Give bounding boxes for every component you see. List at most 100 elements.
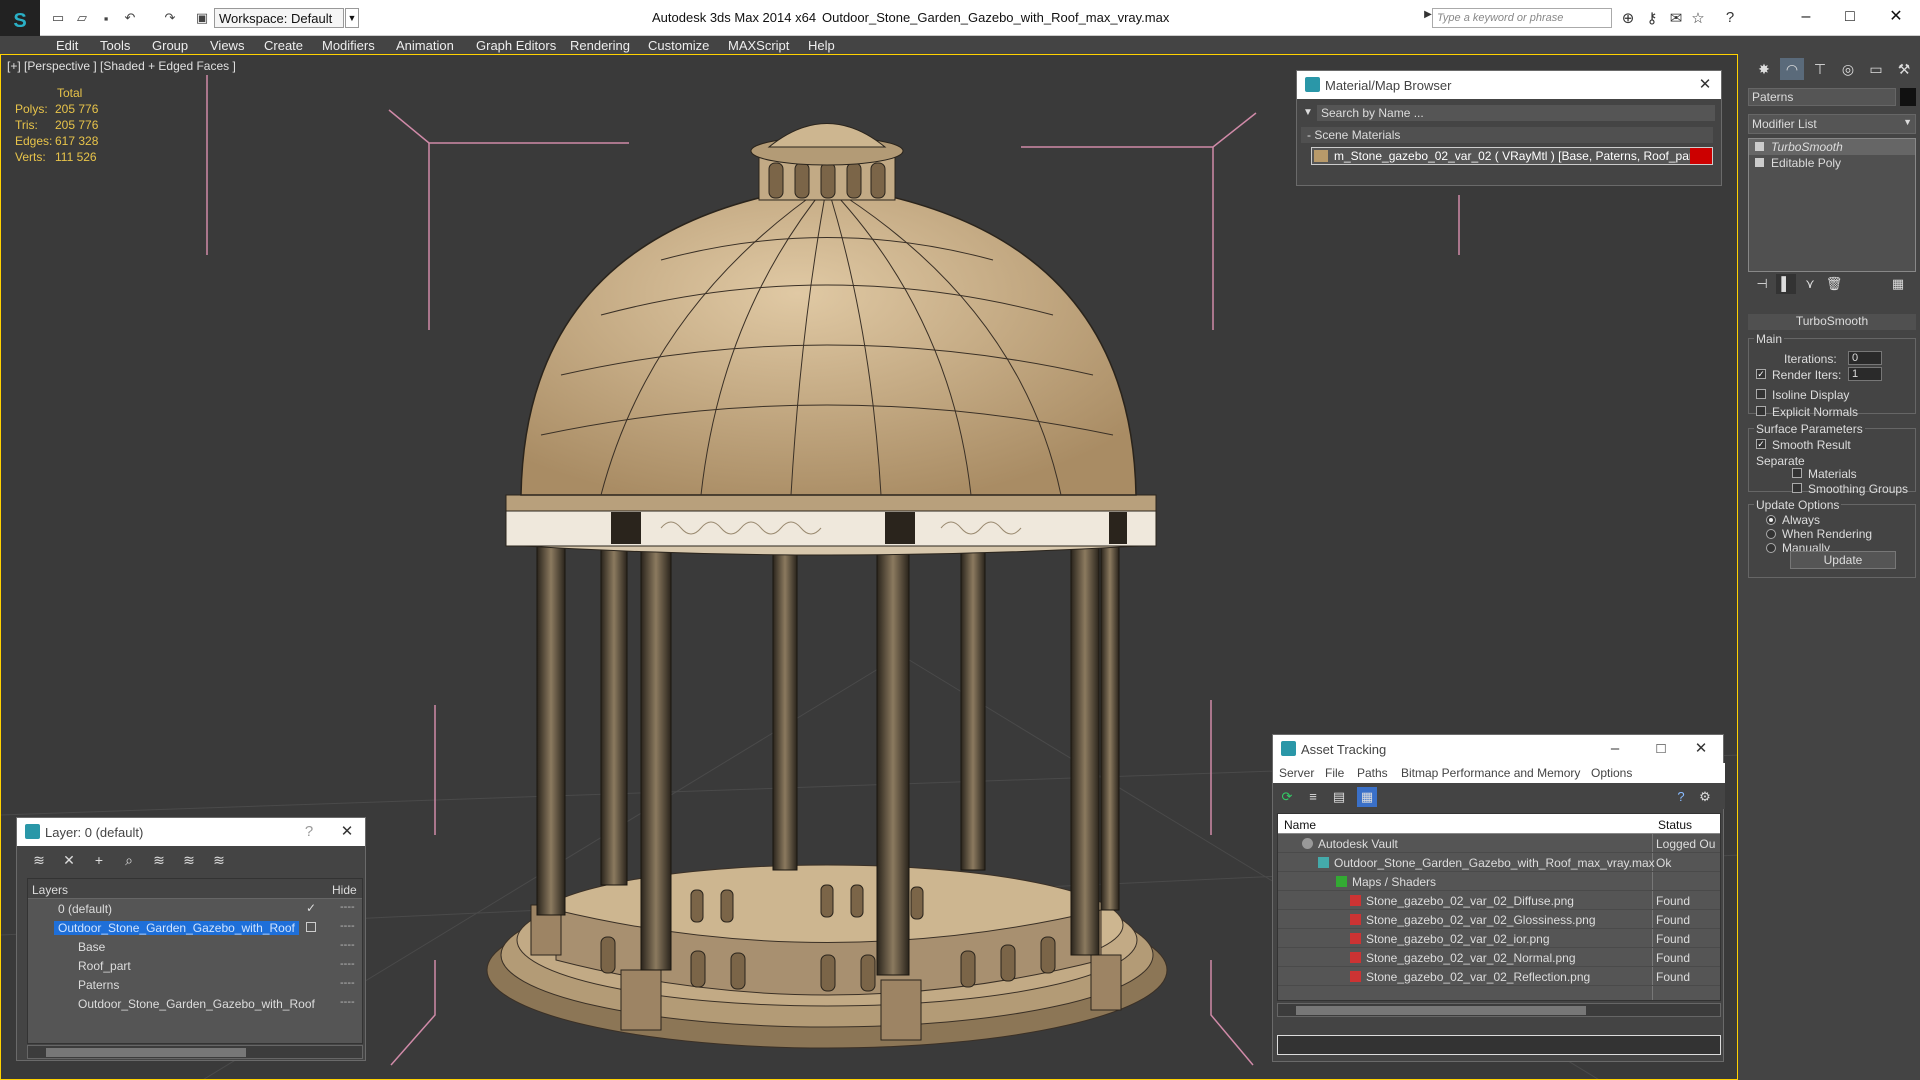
layers-column[interactable]: Layers (32, 883, 68, 897)
asset-path-field[interactable] (1277, 1035, 1721, 1055)
new-file-icon[interactable]: ▭ (48, 9, 68, 27)
select-objects-icon[interactable]: ⌕ (119, 850, 139, 870)
modifier-stack[interactable]: TurboSmooth Editable Poly (1748, 138, 1916, 272)
object-row-base[interactable]: Base ---- (28, 937, 362, 956)
menu-server[interactable]: Server (1279, 766, 1314, 780)
list-view-icon[interactable]: ≡ (1303, 787, 1323, 807)
layer-row-gazebo[interactable]: Outdoor_Stone_Garden_Gazebo_with_Roof --… (28, 918, 362, 937)
options-arrow-icon[interactable]: ▼ (1301, 105, 1315, 121)
scene-materials-section[interactable]: - Scene Materials (1301, 127, 1713, 143)
show-end-result-icon[interactable]: ▌ (1776, 274, 1796, 294)
asset-tracking-titlebar[interactable]: Asset Tracking – □ ✕ (1273, 735, 1723, 763)
highlight-layer-icon[interactable]: ≋ (149, 850, 169, 870)
object-row-gazebo[interactable]: Outdoor_Stone_Garden_Gazebo_with_Roof --… (28, 994, 362, 1013)
asset-horizontal-scrollbar[interactable] (1277, 1003, 1721, 1017)
delete-layer-icon[interactable]: ✕ (59, 850, 79, 870)
smoothing-groups-checkbox[interactable] (1792, 483, 1802, 493)
asset-row[interactable]: Autodesk Vault Logged Ou (1278, 834, 1720, 853)
layer-close-icon[interactable]: ✕ (335, 821, 359, 843)
hide-toggle[interactable]: ---- (340, 958, 355, 970)
scrollbar-thumb[interactable] (1296, 1006, 1586, 1015)
asset-row[interactable]: Maps / Shaders (1278, 872, 1720, 891)
table-view-icon[interactable]: ▦ (1357, 787, 1377, 807)
project-folder-icon[interactable]: ▣ (192, 9, 212, 27)
when-rendering-radio[interactable] (1766, 529, 1776, 539)
menu-edit[interactable]: Edit (56, 38, 78, 53)
keyword-search-input[interactable]: Type a keyword or phrase (1432, 8, 1612, 28)
add-to-layer-icon[interactable]: + (89, 850, 109, 870)
viewport-label[interactable]: [+] [Perspective ] [Shaded + Edged Faces… (7, 59, 236, 73)
menu-rendering[interactable]: Rendering (570, 38, 630, 53)
binoculars-icon[interactable]: ⊕ (1618, 9, 1638, 27)
asset-row[interactable]: Stone_gazebo_02_var_02_Normal.png Found (1278, 948, 1720, 967)
hide-toggle[interactable]: ---- (340, 939, 355, 951)
make-unique-icon[interactable]: ⋎ (1800, 274, 1820, 294)
motion-tab-icon[interactable]: ◎ (1836, 58, 1860, 80)
open-file-icon[interactable]: ▱ (72, 9, 92, 27)
update-button[interactable]: Update (1790, 551, 1896, 569)
menu-animation[interactable]: Animation (396, 38, 454, 53)
hide-toggle[interactable]: ---- (340, 901, 355, 913)
menu-options[interactable]: Options (1591, 766, 1632, 780)
hide-all-icon[interactable]: ≋ (179, 850, 199, 870)
turbosmooth-rollout-header[interactable]: TurboSmooth (1748, 314, 1916, 330)
object-name-field[interactable]: Paterns (1748, 88, 1896, 106)
hierarchy-tab-icon[interactable]: ⊤ (1808, 58, 1832, 80)
name-column[interactable]: Name (1284, 818, 1316, 832)
asset-row[interactable]: Stone_gazebo_02_var_02_Diffuse.png Found (1278, 891, 1720, 910)
scrollbar-thumb[interactable] (46, 1048, 246, 1057)
render-iters-spinner[interactable]: 1 (1848, 367, 1882, 381)
menu-maxscript[interactable]: MAXScript (728, 38, 789, 53)
smooth-result-checkbox[interactable]: ✓ (1756, 439, 1766, 449)
menu-modifiers[interactable]: Modifiers (322, 38, 375, 53)
workspace-dropdown[interactable]: Workspace: Default (214, 8, 344, 28)
modifier-list-dropdown[interactable]: Modifier List ▼ (1748, 114, 1916, 134)
menu-group[interactable]: Group (152, 38, 188, 53)
menu-file[interactable]: File (1325, 766, 1344, 780)
detail-view-icon[interactable]: ▤ (1329, 787, 1349, 807)
hide-toggle[interactable]: ---- (340, 920, 355, 932)
asset-close-icon[interactable]: ✕ (1689, 738, 1713, 760)
redo-icon[interactable]: ↷ (160, 9, 180, 27)
vault-settings-icon[interactable]: ⚙ (1695, 787, 1715, 807)
asset-row[interactable]: Stone_gazebo_02_var_02_Reflection.png Fo… (1278, 967, 1720, 986)
status-column[interactable]: Status (1658, 818, 1692, 832)
hide-column[interactable]: Hide (332, 883, 357, 897)
layer-panel-titlebar[interactable]: Layer: 0 (default) ? ✕ (17, 818, 365, 846)
create-tab-icon[interactable]: ✸ (1752, 58, 1776, 80)
asset-maximize-icon[interactable]: □ (1649, 738, 1673, 760)
always-radio[interactable] (1766, 515, 1776, 525)
object-row-roof-part[interactable]: Roof_part ---- (28, 956, 362, 975)
menu-views[interactable]: Views (210, 38, 244, 53)
material-item[interactable]: m_Stone_gazebo_02_var_02 ( VRayMtl ) [Ba… (1311, 147, 1713, 165)
modify-tab-icon[interactable]: ◠ (1780, 58, 1804, 80)
asset-help-icon[interactable]: ? (1671, 787, 1691, 807)
menu-customize[interactable]: Customize (648, 38, 709, 53)
layer-row-default[interactable]: 0 (default) ✓ ---- (28, 899, 362, 918)
isoline-checkbox[interactable] (1756, 389, 1766, 399)
remove-modifier-icon[interactable]: 🗑 (1824, 274, 1844, 294)
menu-graph-editors[interactable]: Graph Editors (476, 38, 556, 53)
render-iters-checkbox[interactable]: ✓ (1756, 369, 1766, 379)
stack-item-editable-poly[interactable]: Editable Poly (1749, 155, 1915, 171)
material-browser-titlebar[interactable]: Material/Map Browser ✕ (1297, 71, 1721, 99)
asset-minimize-icon[interactable]: – (1603, 738, 1627, 760)
menu-help[interactable]: Help (808, 38, 835, 53)
workspace-arrow-icon[interactable]: ▼ (345, 8, 359, 28)
save-file-icon[interactable]: ▪ (96, 9, 116, 27)
help-icon[interactable]: ? (1720, 9, 1740, 27)
maximize-icon[interactable]: □ (1830, 4, 1870, 30)
object-row-paterns[interactable]: Paterns ---- (28, 975, 362, 994)
iterations-spinner[interactable]: 0 (1848, 351, 1882, 365)
menu-paths[interactable]: Paths (1357, 766, 1388, 780)
asset-row[interactable]: Stone_gazebo_02_var_02_ior.png Found (1278, 929, 1720, 948)
menu-create[interactable]: Create (264, 38, 303, 53)
materials-checkbox[interactable] (1792, 468, 1802, 478)
communication-center-icon[interactable]: ✉ (1666, 9, 1686, 27)
refresh-icon[interactable]: ⟳ (1277, 787, 1297, 807)
material-search-input[interactable]: Search by Name ... (1317, 105, 1715, 121)
object-color-swatch[interactable] (1900, 88, 1916, 106)
asset-row[interactable]: Outdoor_Stone_Garden_Gazebo_with_Roof_ma… (1278, 853, 1720, 872)
layer-help-icon[interactable]: ? (297, 821, 321, 843)
configure-sets-icon[interactable]: ▦ (1888, 274, 1908, 294)
